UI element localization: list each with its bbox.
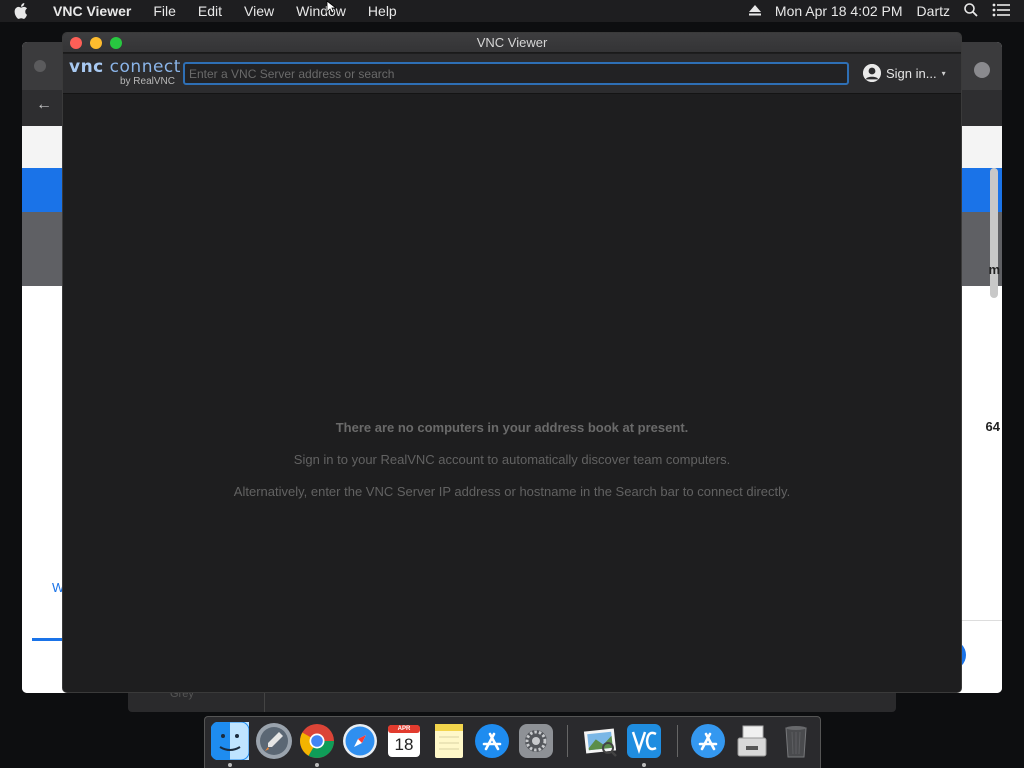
menu-file[interactable]: File: [142, 0, 187, 22]
background-divider: [962, 620, 1002, 621]
running-indicator: [228, 763, 232, 767]
menu-view[interactable]: View: [233, 0, 285, 22]
notification-center-icon[interactable]: [992, 3, 1010, 20]
minimize-window-icon[interactable]: [90, 37, 102, 49]
zoom-window-icon[interactable]: [110, 37, 122, 49]
logo-byline: by RealVNC: [119, 76, 175, 87]
search-input[interactable]: [183, 62, 849, 85]
close-window-icon[interactable]: [70, 37, 82, 49]
address-book-area[interactable]: There are no computers in your address b…: [63, 95, 961, 692]
clock[interactable]: Mon Apr 18 4:02 PM: [775, 3, 903, 19]
menu-help[interactable]: Help: [357, 0, 408, 22]
empty-state-title: There are no computers in your address b…: [335, 420, 689, 435]
notes-icon[interactable]: [429, 722, 467, 760]
calendar-day: 18: [394, 735, 414, 754]
background-scrollbar: [990, 168, 998, 298]
logo-text: vnc: [69, 57, 104, 77]
vnc-viewer-icon[interactable]: [625, 722, 663, 760]
menu-app-name[interactable]: VNC Viewer: [42, 0, 142, 22]
dock-separator: [567, 725, 568, 757]
apple-menu-icon[interactable]: [14, 3, 42, 19]
background-menu-icon: [974, 62, 990, 78]
background-text: 64: [985, 419, 1000, 434]
vnc-connect-logo: vnc connect by RealVNC: [69, 58, 181, 90]
documents-folder-icon[interactable]: [733, 722, 771, 760]
vnc-viewer-window: VNC Viewer vnc connect by RealVNC Sign i…: [62, 32, 962, 693]
system-preferences-icon[interactable]: [517, 722, 555, 760]
calendar-icon[interactable]: APR 18: [385, 722, 423, 760]
menu-window[interactable]: Window: [285, 0, 357, 22]
preview-icon[interactable]: [581, 722, 619, 760]
safari-icon[interactable]: [341, 722, 379, 760]
menu-edit[interactable]: Edit: [187, 0, 233, 22]
logo-text: connect: [109, 57, 181, 77]
sign-in-label: Sign in...: [886, 65, 937, 81]
running-indicator: [315, 763, 319, 767]
background-text: m: [988, 262, 1000, 277]
window-title: VNC Viewer: [476, 35, 548, 50]
window-titlebar[interactable]: VNC Viewer: [63, 33, 961, 53]
applications-folder-icon[interactable]: [689, 722, 727, 760]
empty-state-search-hint: Alternatively, enter the VNC Server IP a…: [233, 484, 791, 499]
user-avatar-icon: [863, 64, 881, 82]
finder-icon[interactable]: [210, 721, 250, 761]
running-indicator: [642, 763, 646, 767]
menu-bar: VNC Viewer File Edit View Window Help Mo…: [0, 0, 1024, 22]
dock: APR 18: [204, 716, 821, 768]
calendar-month: APR: [397, 726, 411, 732]
user-name[interactable]: Dartz: [917, 3, 950, 19]
trash-icon[interactable]: [777, 722, 815, 760]
background-window-control-icon: [34, 60, 46, 72]
empty-state-sign-in-hint: Sign in to your RealVNC account to autom…: [293, 452, 731, 467]
spotlight-search-icon[interactable]: [964, 2, 978, 20]
chevron-down-icon: ▾: [941, 68, 946, 78]
launchpad-icon[interactable]: [255, 722, 293, 760]
dock-separator: [677, 725, 678, 757]
app-store-icon[interactable]: [473, 722, 511, 760]
viewer-toolbar: vnc connect by RealVNC Sign in... ▾: [63, 54, 961, 94]
mouse-cursor-icon: [326, 0, 338, 19]
sign-in-button[interactable]: Sign in... ▾: [863, 64, 946, 82]
eject-icon[interactable]: [748, 3, 761, 19]
back-arrow-icon: ←: [36, 96, 52, 113]
chrome-icon[interactable]: [298, 722, 336, 760]
